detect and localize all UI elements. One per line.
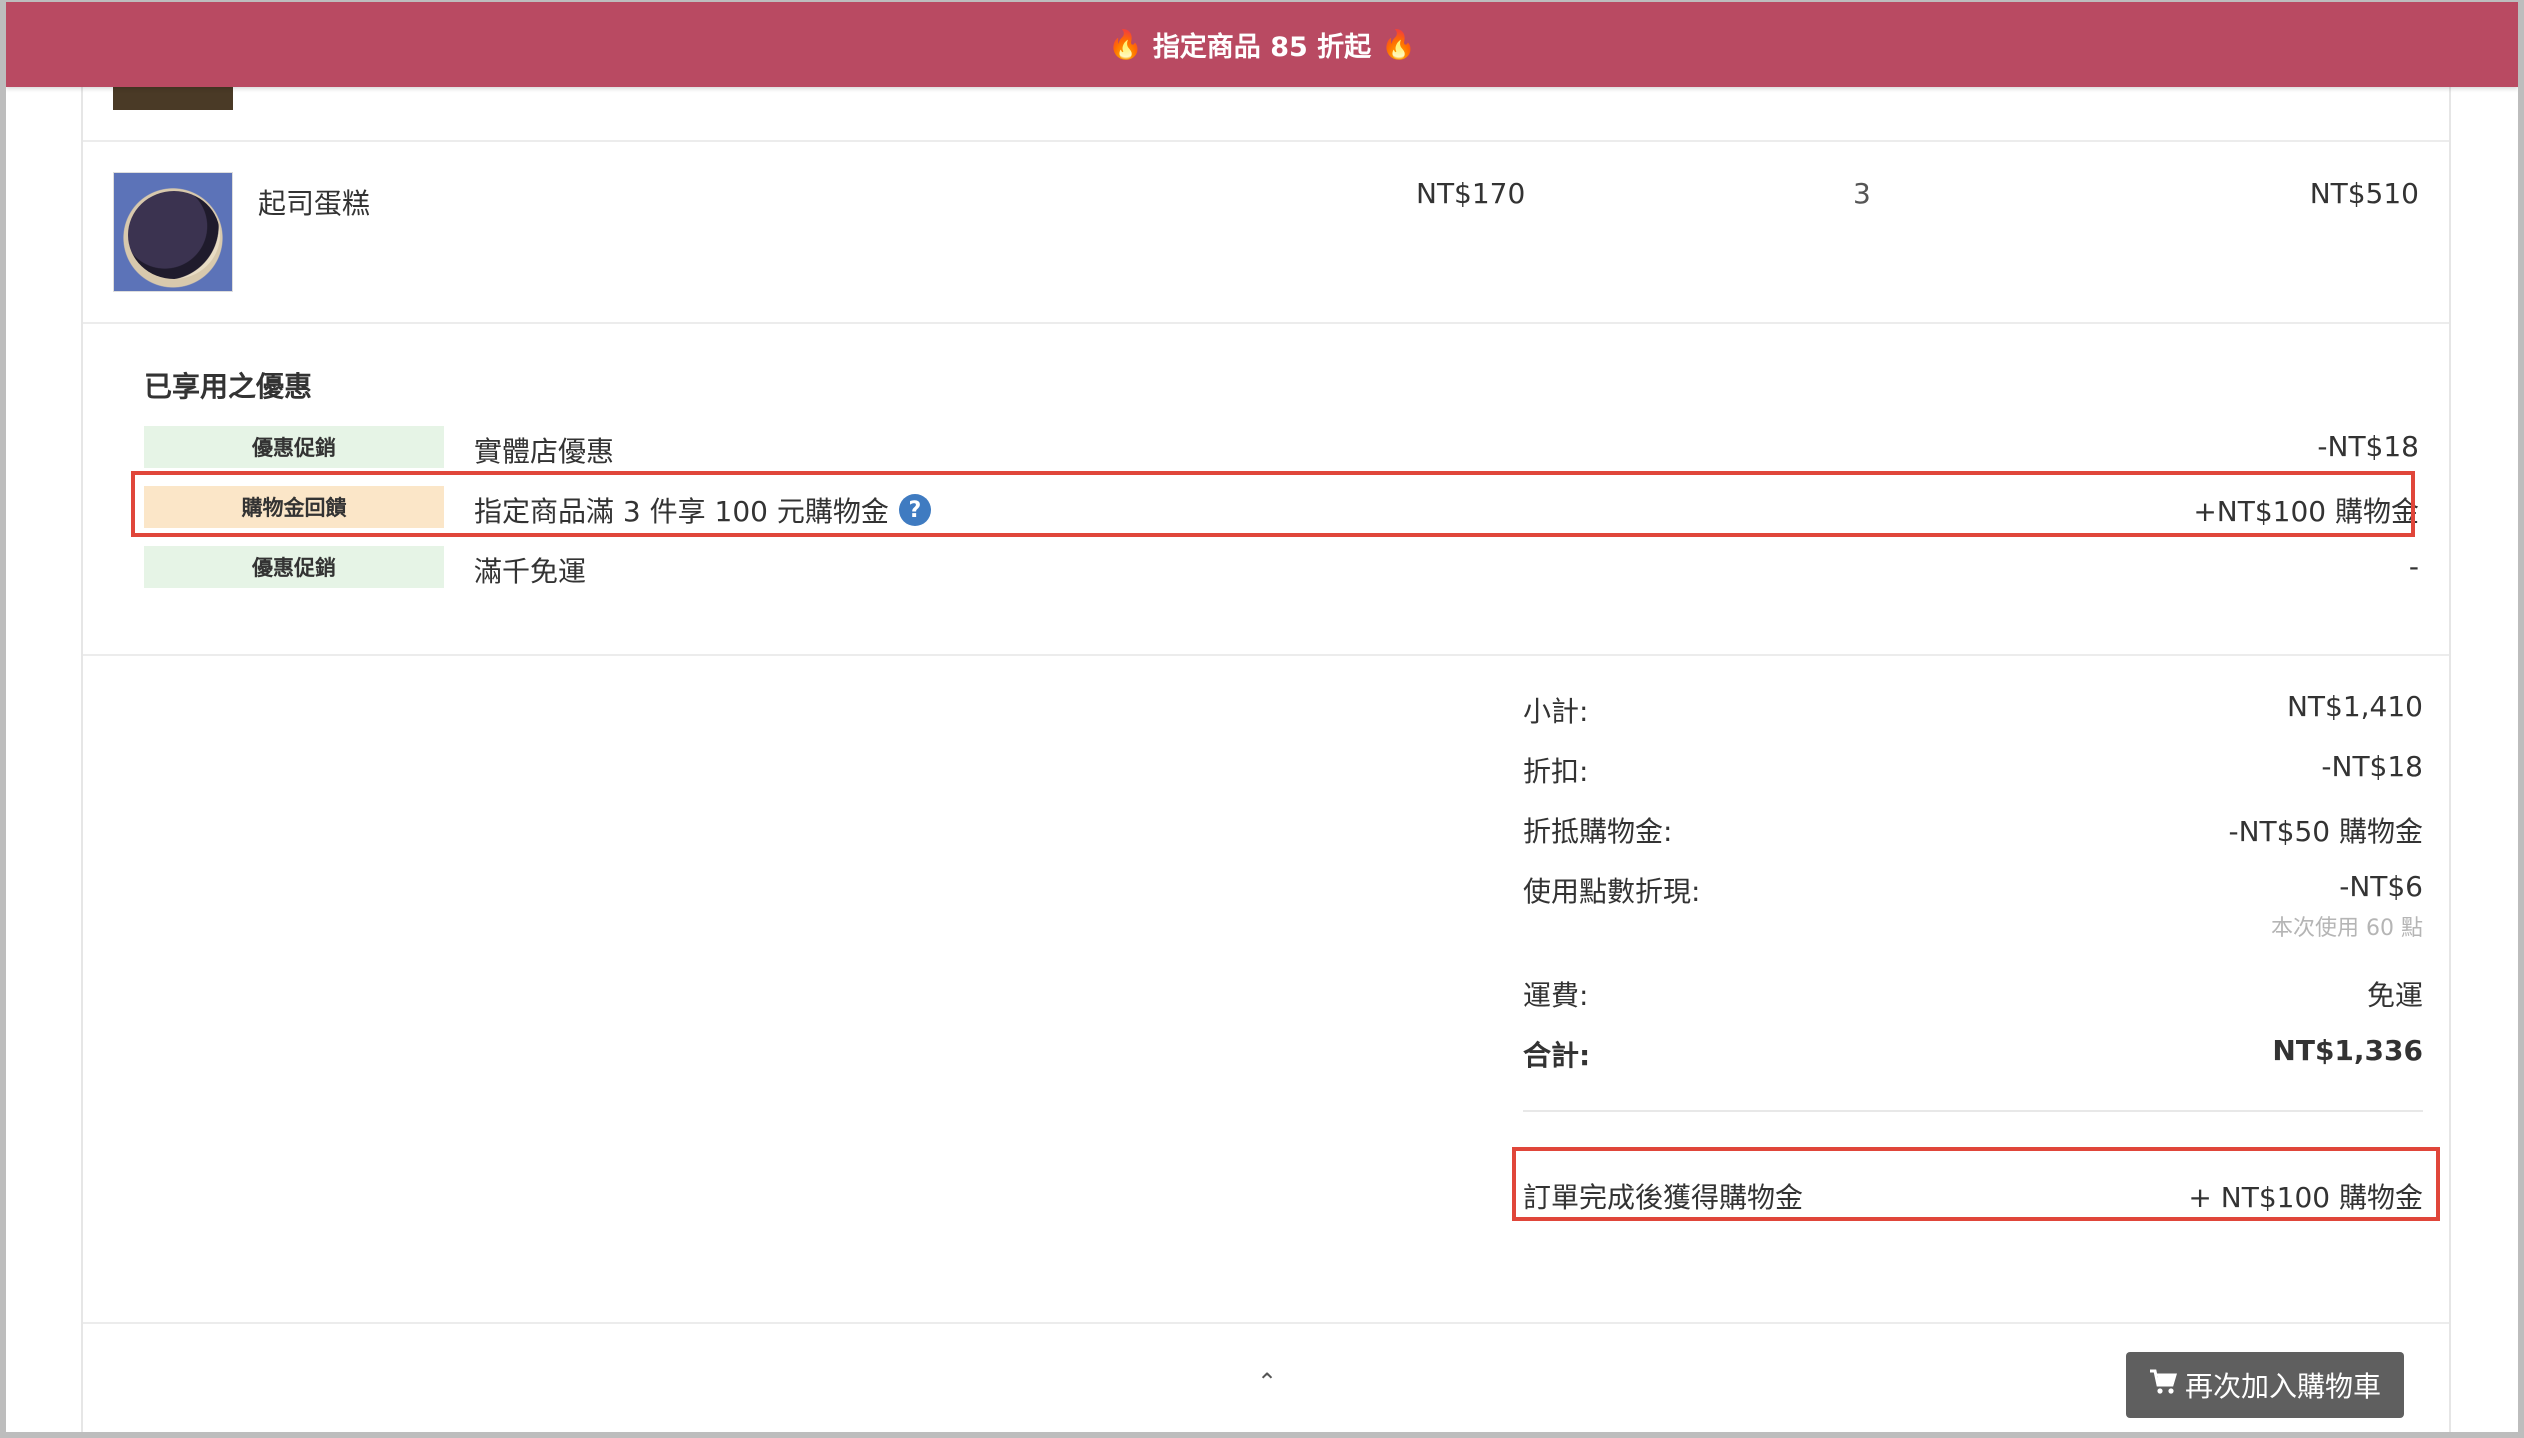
readd-button-label: 再次加入購物車 <box>2184 1370 2381 1403</box>
fire-icon: 🔥 <box>1107 28 1143 61</box>
subtotal-value: NT$1,410 <box>2286 690 2423 723</box>
promotion-tag: 優惠促銷 <box>144 426 444 468</box>
promotion-name: 實體店優惠 <box>474 435 615 468</box>
points-value: -NT$6 <box>2339 870 2423 903</box>
announcement-text: 指定商品 85 折起 <box>1152 32 1372 63</box>
promotion-amount: -NT$18 <box>2317 430 2419 463</box>
divider <box>83 322 2449 324</box>
total-label: 合計: <box>1523 1039 1591 1072</box>
shipping-label: 運費: <box>1523 979 1589 1012</box>
applied-promotions-title: 已享用之優惠 <box>144 370 313 403</box>
product-name[interactable]: 起司蛋糕 <box>258 182 370 222</box>
readd-to-cart-button[interactable]: 再次加入購物車 <box>2126 1352 2404 1418</box>
summary-divider <box>1523 1110 2423 1112</box>
highlight-box <box>131 471 2415 537</box>
promotion-name: 滿千免運 <box>474 555 587 588</box>
fire-icon: 🔥 <box>1381 28 1417 61</box>
discount-value: -NT$18 <box>2321 750 2423 783</box>
promotion-row: 優惠促銷 滿千免運 - <box>144 546 2419 590</box>
announcement-bar: 🔥 指定商品 85 折起 🔥 <box>6 2 2518 87</box>
credit-label: 折抵購物金: <box>1523 815 1673 848</box>
chevron-up-icon[interactable]: ⌃ <box>1255 1370 1279 1394</box>
promotion-row: 優惠促銷 實體店優惠 -NT$18 <box>144 426 2419 470</box>
order-panel: 起司蛋糕 NT$170 3 NT$510 已享用之優惠 優惠促銷 實體店優惠 -… <box>81 2 2451 1432</box>
subtotal-label: 小計: <box>1523 695 1589 728</box>
promotion-amount: - <box>2408 550 2419 583</box>
highlight-box <box>1512 1147 2440 1221</box>
divider <box>83 140 2449 142</box>
points-label: 使用點數折現: <box>1523 875 1701 908</box>
promotion-tag: 優惠促銷 <box>144 546 444 588</box>
total-value: NT$1,336 <box>2272 1034 2423 1067</box>
product-price: NT$170 <box>1416 177 1526 210</box>
order-detail-window: 🔥 指定商品 85 折起 🔥 起司蛋糕 NT$170 3 NT$510 已享用之… <box>6 2 2518 1432</box>
product-quantity: 3 <box>1853 177 1871 210</box>
discount-label: 折扣: <box>1523 755 1589 788</box>
shipping-value: 免運 <box>2366 979 2423 1012</box>
divider <box>83 1322 2449 1324</box>
cheesecake-image <box>113 172 233 292</box>
points-note: 本次使用 60 點 <box>2271 916 2423 941</box>
product-line-total: NT$510 <box>2309 177 2419 210</box>
credit-value: -NT$50 購物金 <box>2228 815 2424 848</box>
divider <box>83 654 2449 656</box>
shopping-cart-icon <box>2149 1369 2178 1402</box>
